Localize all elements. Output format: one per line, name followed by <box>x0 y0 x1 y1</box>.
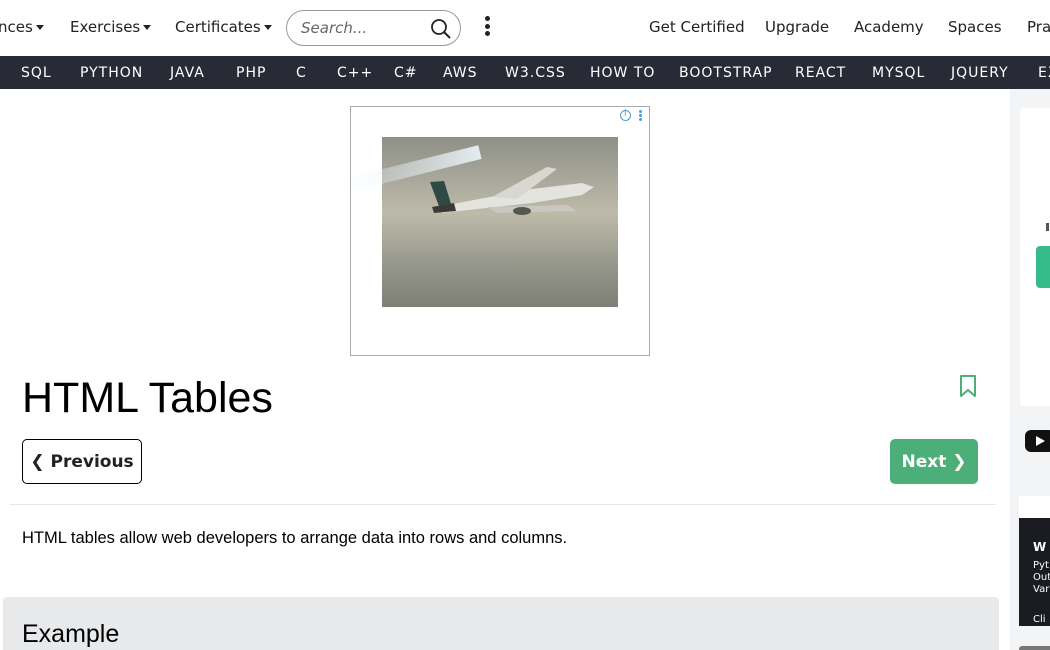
previous-button-label: Previous <box>50 451 134 472</box>
ad-info-icon[interactable] <box>620 109 631 121</box>
previous-button[interactable]: ❮ Previous <box>22 439 142 484</box>
promo-line: Cli <box>1033 614 1046 625</box>
references-menu[interactable]: nces <box>0 18 44 36</box>
caret-down-icon <box>143 25 152 30</box>
nav-item-bootstrap[interactable]: BOOTSTRAP <box>679 65 773 81</box>
caret-down-icon <box>35 25 44 30</box>
promo-line: Out <box>1033 572 1050 583</box>
certificates-menu[interactable]: Certificates <box>175 18 272 36</box>
caret-down-icon <box>263 25 272 30</box>
nav-item-sql[interactable]: SQL <box>21 65 52 81</box>
exercises-menu[interactable]: Exercises <box>70 18 152 36</box>
more-menu-icon[interactable] <box>480 16 494 40</box>
nav-item-java[interactable]: JAVA <box>170 65 205 81</box>
nav-item-jquery[interactable]: JQUERY <box>951 65 1009 81</box>
nav-item-php[interactable]: PHP <box>236 65 266 81</box>
intro-paragraph: HTML tables allow web developers to arra… <box>22 529 568 547</box>
search-input[interactable] <box>301 19 421 37</box>
youtube-icon[interactable] <box>1025 430 1050 452</box>
exercises-menu-label: Exercises <box>70 18 141 36</box>
nav-item-aws[interactable]: AWS <box>443 65 478 81</box>
nav-item-csharp[interactable]: C# <box>394 65 418 81</box>
practice-link[interactable]: Prac <box>1027 18 1050 36</box>
nav-item-howto[interactable]: HOW TO <box>590 65 655 81</box>
next-button[interactable]: Next ❯ <box>890 439 978 484</box>
promo-line: Vari <box>1033 584 1050 595</box>
get-certified-link[interactable]: Get Certified <box>649 18 745 36</box>
sidebar-marker <box>1046 223 1049 231</box>
page-title: HTML Tables <box>22 374 273 422</box>
nav-item-python[interactable]: PYTHON <box>80 65 143 81</box>
academy-link[interactable]: Academy <box>854 18 924 36</box>
chevron-right-icon: ❯ <box>952 451 967 472</box>
advertisement[interactable] <box>350 106 650 356</box>
topic-navigation-bar: SQL PYTHON JAVA PHP C C++ C# AWS W3.CSS … <box>0 56 1050 89</box>
nav-item-mysql[interactable]: MYSQL <box>872 65 925 81</box>
sidebar-green-button[interactable] <box>1036 246 1050 288</box>
promo-line: Pyt <box>1033 560 1049 571</box>
nav-item-w3css[interactable]: W3.CSS <box>505 65 566 81</box>
search-box <box>286 10 461 46</box>
upgrade-link[interactable]: Upgrade <box>765 18 829 36</box>
ad-menu-icon[interactable] <box>639 110 643 122</box>
certificates-menu-label: Certificates <box>175 18 261 36</box>
example-section <box>3 597 999 650</box>
top-navigation-bar: nces Exercises Certificates Get Certifie… <box>0 0 1050 56</box>
spaces-link[interactable]: Spaces <box>948 18 1002 36</box>
airplane-icon <box>430 167 594 215</box>
promo-logo-text: W <box>1033 540 1047 554</box>
sidebar-scroll-hint <box>1019 646 1050 650</box>
sidebar-promo-header <box>1019 496 1050 518</box>
divider <box>10 504 996 505</box>
nav-item-cpp[interactable]: C++ <box>337 65 373 81</box>
sidebar-promo-card[interactable]: W Pyt Out Vari Cli <box>1019 518 1050 626</box>
bookmark-icon[interactable] <box>958 375 978 397</box>
references-menu-label: nces <box>0 18 33 36</box>
search-icon[interactable] <box>430 18 452 40</box>
ad-image[interactable] <box>351 137 618 307</box>
nav-item-react[interactable]: REACT <box>795 65 846 81</box>
example-heading: Example <box>22 620 120 648</box>
nav-item-c[interactable]: C <box>296 65 307 81</box>
nav-item-excel[interactable]: EX <box>1038 65 1050 81</box>
chevron-left-icon: ❮ <box>30 451 45 472</box>
next-button-label: Next <box>901 451 947 472</box>
